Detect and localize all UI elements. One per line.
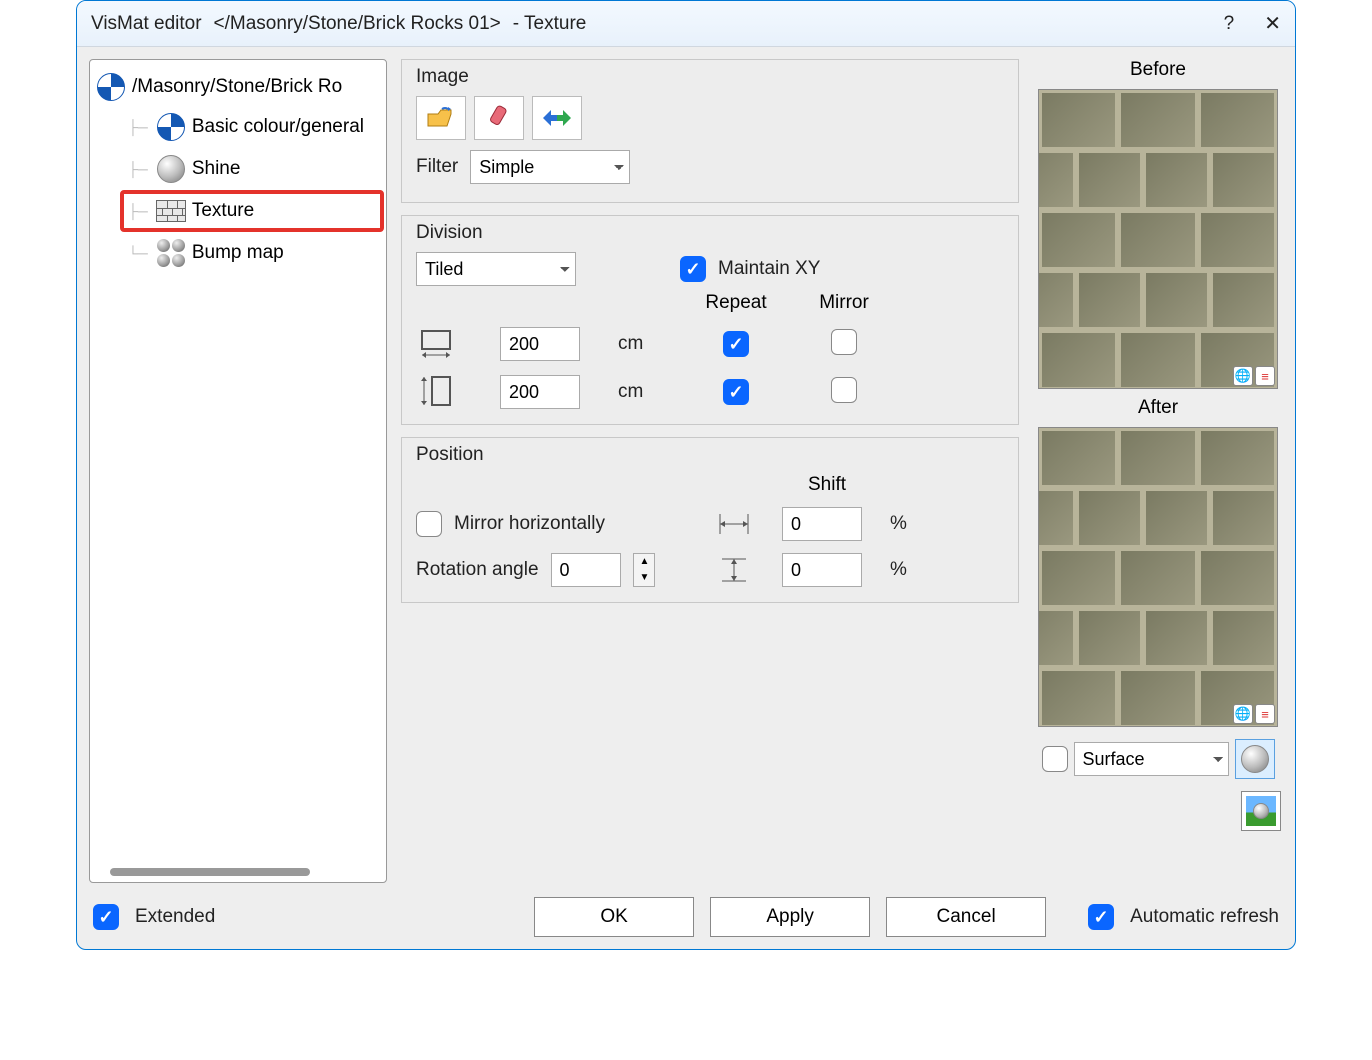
help-button[interactable]: ? (1224, 13, 1235, 35)
shift-x-input[interactable] (782, 507, 862, 541)
tree-item-texture[interactable]: ├─ Texture (122, 192, 382, 230)
division-legend: Division (416, 222, 1004, 244)
before-preview: 🌐 ≡ (1038, 89, 1278, 389)
position-legend: Position (416, 444, 1004, 466)
mirror-horizontally-checkbox[interactable] (416, 511, 442, 537)
maintain-xy-checkbox[interactable] (680, 256, 706, 282)
rotation-label: Rotation angle (416, 559, 539, 581)
tree-connector: ├─ (128, 119, 148, 135)
pie-icon (156, 112, 186, 142)
shift-header: Shift (782, 474, 872, 496)
surface-select[interactable]: Surface (1074, 742, 1229, 776)
list-icon[interactable]: ≡ (1255, 704, 1275, 724)
material-path: </Masonry/Stone/Brick Rocks 01> (214, 13, 501, 35)
preview-panel: Before 🌐 ≡ After 🌐 (1033, 59, 1283, 883)
section-suffix: - Texture (513, 13, 587, 35)
division-mode-select[interactable]: Tiled (416, 252, 576, 286)
extended-label: Extended (135, 906, 215, 928)
width-dim-icon (416, 326, 456, 362)
repeat-header: Repeat (696, 292, 776, 314)
globe-icon[interactable]: 🌐 (1233, 366, 1253, 386)
height-repeat-checkbox[interactable] (723, 379, 749, 405)
width-repeat-checkbox[interactable] (723, 331, 749, 357)
tree-connector: └─ (128, 245, 148, 261)
sphere-icon (156, 154, 186, 184)
surface-checkbox[interactable] (1042, 746, 1068, 772)
list-icon[interactable]: ≡ (1255, 366, 1275, 386)
height-input[interactable] (500, 375, 580, 409)
auto-refresh-label: Automatic refresh (1130, 906, 1279, 928)
tree-connector: ├─ (128, 203, 148, 219)
tree-item-label: Shine (192, 158, 241, 180)
image-legend: Image (416, 66, 1004, 88)
height-dim-icon (416, 374, 456, 410)
shift-x-unit: % (890, 513, 920, 535)
erase-image-button[interactable] (474, 96, 524, 140)
image-group: Image Filter Simple (401, 59, 1019, 203)
close-button[interactable]: ✕ (1264, 11, 1281, 36)
horizontal-scrollbar[interactable] (110, 868, 310, 876)
titlebar: VisMat editor </Masonry/Stone/Brick Rock… (77, 1, 1295, 47)
tree-root[interactable]: /Masonry/Stone/Brick Ro (96, 72, 380, 102)
preview-sphere-button[interactable] (1235, 739, 1275, 779)
tree-root-label: /Masonry/Stone/Brick Ro (132, 76, 342, 98)
position-group: Position Shift Mirror horizontally % (401, 437, 1019, 603)
width-mirror-checkbox[interactable] (831, 329, 857, 355)
ok-button[interactable]: OK (534, 897, 694, 937)
tree-connector: ├─ (128, 161, 148, 177)
filter-label: Filter (416, 156, 458, 178)
tree-item-label: Basic colour/general (192, 116, 364, 138)
shift-x-icon (714, 506, 754, 542)
tree-item-label: Bump map (192, 242, 284, 264)
swap-image-button[interactable] (532, 96, 582, 140)
before-label: Before (1130, 59, 1186, 81)
shift-y-icon (714, 552, 754, 588)
shift-y-unit: % (890, 559, 920, 581)
bump-icon (156, 238, 186, 268)
spin-down-button[interactable]: ▼ (634, 570, 654, 586)
dialog-footer: Extended OK Apply Cancel Automatic refre… (77, 895, 1295, 949)
tree-item-basic-colour[interactable]: ├─ Basic colour/general (122, 108, 382, 146)
division-group: Division Tiled Maintain XY Repeat Mirror (401, 215, 1019, 425)
open-image-button[interactable] (416, 96, 466, 140)
properties-panel: Image Filter Simple (401, 59, 1019, 883)
rotation-spinner[interactable]: ▲ ▼ (633, 553, 655, 587)
maintain-xy-label: Maintain XY (718, 258, 820, 280)
height-unit: cm (618, 381, 668, 403)
filter-select[interactable]: Simple (470, 150, 630, 184)
tree-item-bump-map[interactable]: └─ Bump map (122, 234, 382, 272)
width-unit: cm (618, 333, 668, 355)
shift-y-input[interactable] (782, 553, 862, 587)
apply-button[interactable]: Apply (710, 897, 870, 937)
width-input[interactable] (500, 327, 580, 361)
cancel-button[interactable]: Cancel (886, 897, 1046, 937)
globe-icon[interactable]: 🌐 (1233, 704, 1253, 724)
preview-scene-button[interactable] (1241, 791, 1281, 831)
eraser-icon (486, 105, 512, 131)
pie-icon (96, 72, 126, 102)
spin-up-button[interactable]: ▲ (634, 554, 654, 570)
after-label: After (1138, 397, 1178, 419)
swap-arrows-icon (541, 107, 573, 129)
after-preview: 🌐 ≡ (1038, 427, 1278, 727)
vismat-editor-window: VisMat editor </Masonry/Stone/Brick Rock… (76, 0, 1296, 950)
height-mirror-checkbox[interactable] (831, 377, 857, 403)
folder-open-icon (426, 106, 456, 130)
tree-item-shine[interactable]: ├─ Shine (122, 150, 382, 188)
auto-refresh-checkbox[interactable] (1088, 904, 1114, 930)
tree-item-label: Texture (192, 200, 254, 222)
mirror-horizontally-label: Mirror horizontally (454, 513, 605, 535)
rotation-input[interactable] (551, 553, 621, 587)
app-name: VisMat editor (91, 13, 202, 35)
extended-checkbox[interactable] (93, 904, 119, 930)
brick-icon (156, 196, 186, 226)
mirror-header: Mirror (804, 292, 884, 314)
material-tree-panel: /Masonry/Stone/Brick Ro ├─ Basic colour/… (89, 59, 387, 883)
